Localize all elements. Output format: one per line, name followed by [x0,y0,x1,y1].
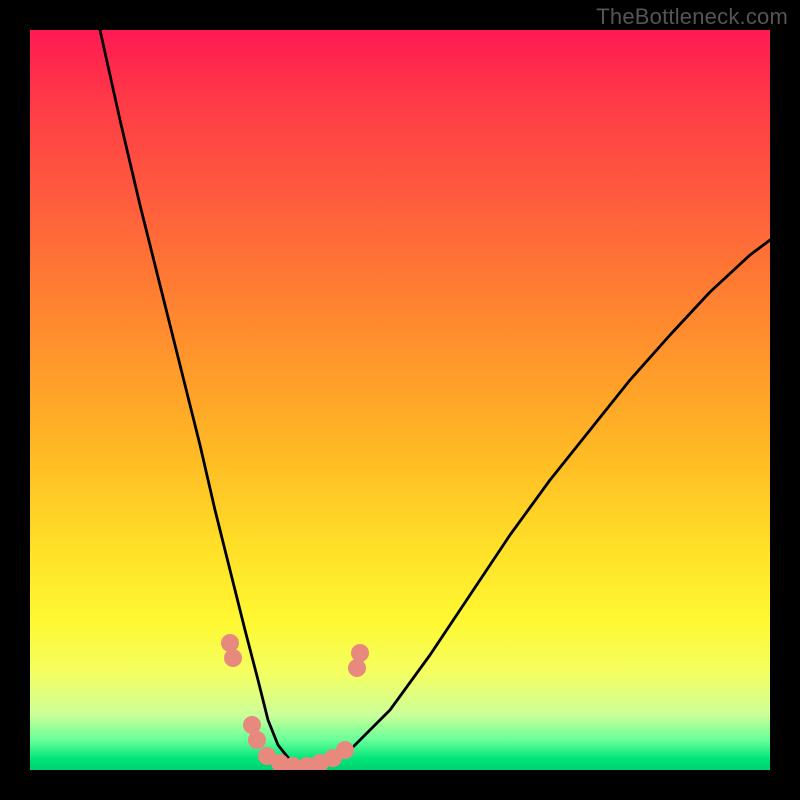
bottleneck-curve [100,30,770,765]
chart-frame: TheBottleneck.com [0,0,800,800]
marker-right-upper-1 [348,659,366,677]
curve-layer [30,30,770,770]
marker-left-lower-2 [248,731,266,749]
marker-layer [221,634,369,770]
marker-right-upper-2 [351,644,369,662]
marker-left-upper-2 [224,649,242,667]
plot-area [30,30,770,770]
marker-right-lower-1 [336,741,354,759]
marker-left-upper-1 [221,634,239,652]
watermark: TheBottleneck.com [596,4,788,30]
